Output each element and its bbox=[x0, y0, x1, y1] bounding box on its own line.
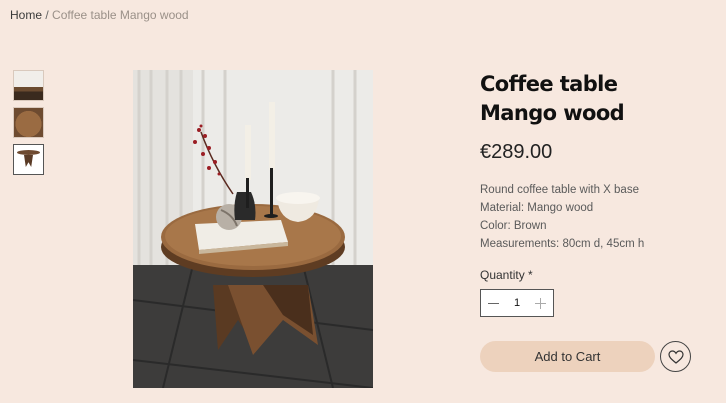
product-main-image bbox=[133, 70, 373, 388]
description-line: Color: Brown bbox=[480, 220, 547, 232]
quantity-value[interactable]: 1 bbox=[514, 297, 520, 309]
description-line: Material: Mango wood bbox=[480, 202, 594, 214]
thumbnail-list bbox=[13, 70, 44, 181]
minus-icon[interactable] bbox=[487, 297, 500, 310]
thumbnail-3-selected[interactable] bbox=[13, 144, 44, 175]
quantity-label: Quantity * bbox=[480, 268, 533, 282]
product-description: Round coffee table with X base Material:… bbox=[480, 181, 644, 253]
quantity-stepper: 1 bbox=[480, 289, 554, 317]
description-line: Measurements: 80cm d, 45cm h bbox=[480, 238, 645, 250]
breadcrumb-separator: / bbox=[45, 8, 49, 22]
add-to-cart-button[interactable]: Add to Cart bbox=[480, 341, 655, 372]
thumbnail-1[interactable] bbox=[13, 70, 44, 101]
plus-icon[interactable] bbox=[534, 297, 547, 310]
breadcrumb-home-link[interactable]: Home bbox=[10, 8, 42, 22]
heart-icon bbox=[667, 349, 684, 364]
wishlist-button[interactable] bbox=[660, 341, 691, 372]
product-price: €289.00 bbox=[480, 141, 553, 163]
breadcrumb-current: Coffee table Mango wood bbox=[52, 8, 189, 22]
thumbnail-2[interactable] bbox=[13, 107, 44, 138]
product-title: Coffee table Mango wood bbox=[480, 72, 625, 125]
description-line: Round coffee table with X base bbox=[480, 184, 639, 196]
breadcrumb: Home / Coffee table Mango wood bbox=[10, 8, 189, 22]
